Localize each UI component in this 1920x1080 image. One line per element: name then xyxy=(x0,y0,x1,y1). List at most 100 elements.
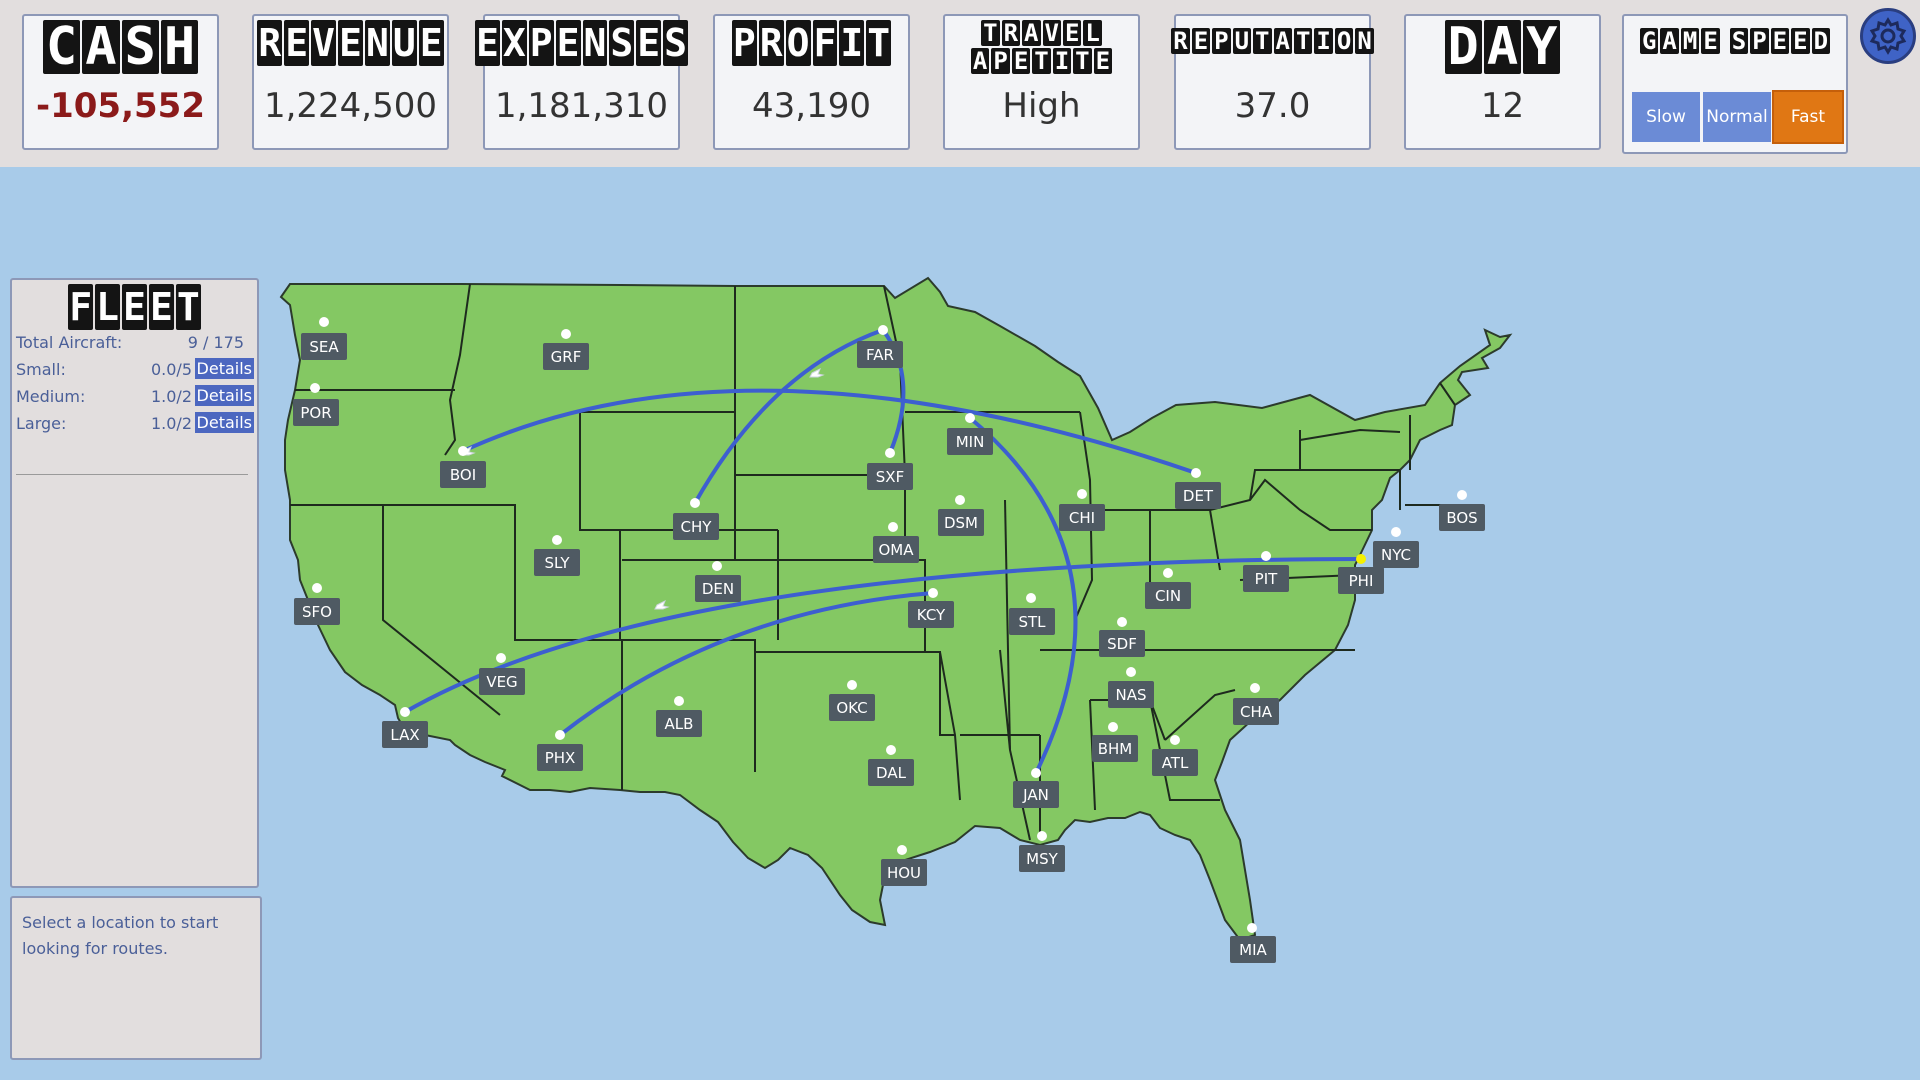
city-dot[interactable] xyxy=(847,680,857,690)
city-label: OMA xyxy=(878,541,914,559)
city-label: CIN xyxy=(1155,587,1181,605)
travel-appetite-stat: TRAVEL APETITE High xyxy=(943,14,1140,150)
revenue-value: 1,224,500 xyxy=(263,86,438,126)
gear-icon xyxy=(1869,17,1907,55)
city-label: ATL xyxy=(1162,754,1189,772)
travel-appetite-value: High xyxy=(1002,86,1081,126)
city-dot[interactable] xyxy=(1031,768,1041,778)
expenses-stat: EXPENSES 1,181,310 xyxy=(474,14,689,150)
profit-stat: PROFIT 43,190 xyxy=(713,14,910,150)
city-dot[interactable] xyxy=(928,588,938,598)
day-title: DAY xyxy=(1406,20,1599,74)
city-dot[interactable] xyxy=(555,730,565,740)
city-label: SEA xyxy=(309,338,339,356)
reputation-title: REPUTATION xyxy=(1171,27,1374,55)
city-dot[interactable] xyxy=(312,583,322,593)
city-dot[interactable] xyxy=(897,845,907,855)
city-dot[interactable] xyxy=(1391,527,1401,537)
city-label: ALB xyxy=(665,715,694,733)
city-dot[interactable] xyxy=(712,561,722,571)
speed-fast-button[interactable]: Fast xyxy=(1772,90,1844,144)
city-bos[interactable]: BOS xyxy=(1439,490,1485,531)
city-dot[interactable] xyxy=(1247,923,1257,933)
city-label: CHA xyxy=(1240,703,1273,721)
city-label: DSM xyxy=(944,514,978,532)
travel-title-line1: TRAVEL xyxy=(981,19,1102,47)
cash-value: -105,552 xyxy=(36,86,205,126)
city-label: POR xyxy=(300,404,331,422)
city-dot[interactable] xyxy=(1037,831,1047,841)
city-dot[interactable] xyxy=(1026,593,1036,603)
city-dot[interactable] xyxy=(1261,551,1271,561)
city-label: SFO xyxy=(302,603,332,621)
city-label: SLY xyxy=(544,554,570,572)
reputation-value: 37.0 xyxy=(1234,86,1311,126)
city-dot[interactable] xyxy=(552,535,562,545)
city-dot[interactable] xyxy=(561,329,571,339)
city-dot[interactable] xyxy=(878,325,888,335)
profit-value: 43,190 xyxy=(752,86,871,126)
reputation-stat: REPUTATION 37.0 xyxy=(1171,14,1374,150)
city-dot[interactable] xyxy=(496,653,506,663)
city-dot[interactable] xyxy=(400,707,410,717)
city-label: BOS xyxy=(1446,509,1477,527)
city-dot[interactable] xyxy=(319,317,329,327)
us-land xyxy=(279,276,1513,942)
city-label: CHI xyxy=(1069,509,1095,527)
city-label: MSY xyxy=(1026,850,1058,868)
city-label: PIT xyxy=(1255,570,1278,588)
city-dot[interactable] xyxy=(1356,554,1366,564)
city-dot[interactable] xyxy=(888,522,898,532)
cash-title: CASH xyxy=(24,20,217,74)
city-nyc[interactable]: NYC xyxy=(1373,527,1419,568)
city-dot[interactable] xyxy=(1126,667,1136,677)
expenses-value: 1,181,310 xyxy=(494,86,669,126)
city-label: SXF xyxy=(876,468,904,486)
city-dot[interactable] xyxy=(458,446,468,456)
game-speed-panel: GAMESPEED Slow Normal Fast xyxy=(1622,14,1848,154)
city-label: DEN xyxy=(702,580,734,598)
city-dot[interactable] xyxy=(674,696,684,706)
city-dot[interactable] xyxy=(965,413,975,423)
city-label: PHI xyxy=(1349,572,1374,590)
city-dot[interactable] xyxy=(1163,568,1173,578)
city-dot[interactable] xyxy=(690,498,700,508)
city-label: HOU xyxy=(887,864,921,882)
city-label: BHM xyxy=(1098,740,1133,758)
game-speed-title: GAMESPEED xyxy=(1639,27,1831,55)
speed-slow-button[interactable]: Slow xyxy=(1632,92,1700,142)
city-label: NYC xyxy=(1381,546,1411,564)
city-label: GRF xyxy=(551,348,582,366)
city-dot[interactable] xyxy=(885,448,895,458)
day-value: 12 xyxy=(1480,86,1525,126)
city-label: JAN xyxy=(1022,786,1049,804)
city-dot[interactable] xyxy=(1170,735,1180,745)
city-label: BOI xyxy=(450,466,476,484)
city-dot[interactable] xyxy=(955,495,965,505)
city-dot[interactable] xyxy=(1117,617,1127,627)
profit-title: PROFIT xyxy=(731,20,892,66)
city-dot[interactable] xyxy=(1191,468,1201,478)
city-label: KCY xyxy=(917,606,946,624)
travel-title-line2: APETITE xyxy=(970,47,1113,75)
city-dot[interactable] xyxy=(1457,490,1467,500)
revenue-stat: REVENUE 1,224,500 xyxy=(252,14,449,150)
city-label: DET xyxy=(1183,487,1214,505)
city-dot[interactable] xyxy=(1250,683,1260,693)
city-label: CHY xyxy=(681,518,713,536)
city-dot[interactable] xyxy=(1077,489,1087,499)
city-label: PHX xyxy=(545,749,576,767)
expenses-title: EXPENSES xyxy=(474,20,689,66)
city-dot[interactable] xyxy=(310,383,320,393)
city-label: NAS xyxy=(1115,686,1146,704)
top-stats-bar: CASH -105,552 REVENUE 1,224,500 EXPENSES… xyxy=(0,0,1920,167)
us-map[interactable]: SEA POR GRF FAR BOI SXF MIN DET CHY DSM CHI BOS NYC P… xyxy=(0,167,1920,1080)
speed-normal-button[interactable]: Normal xyxy=(1703,92,1771,142)
settings-button[interactable] xyxy=(1860,8,1916,64)
city-label: FAR xyxy=(866,346,894,364)
city-label: STL xyxy=(1018,613,1046,631)
city-label: VEG xyxy=(486,673,517,691)
city-label: MIN xyxy=(956,433,985,451)
city-dot[interactable] xyxy=(886,745,896,755)
city-dot[interactable] xyxy=(1108,722,1118,732)
